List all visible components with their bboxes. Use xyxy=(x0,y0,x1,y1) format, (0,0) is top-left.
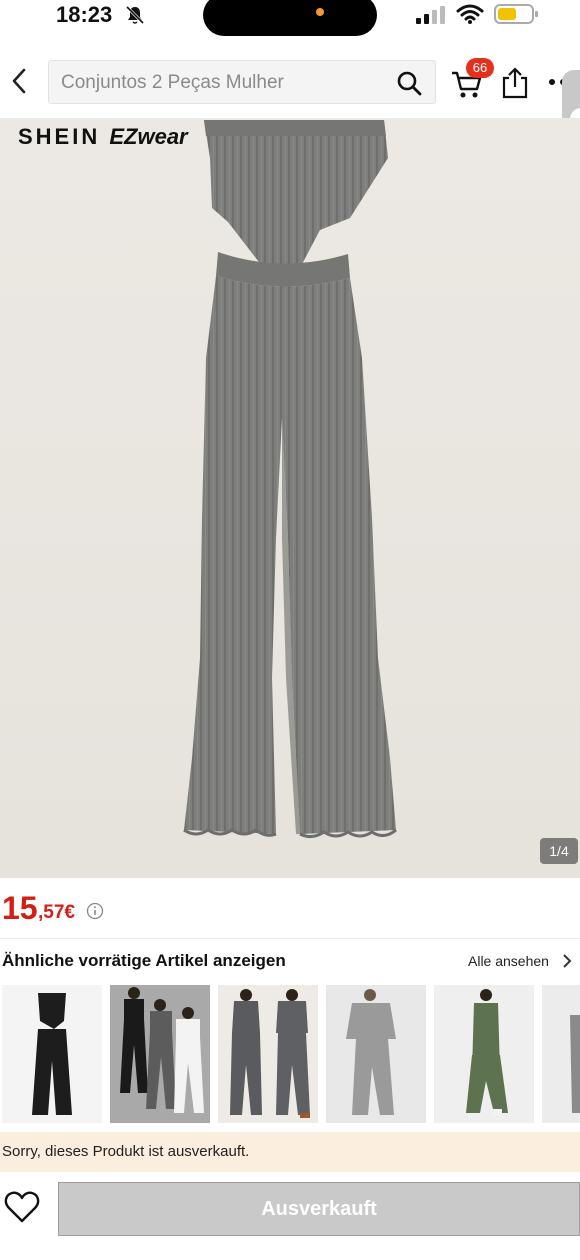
thumbnail-image xyxy=(570,1015,580,1113)
similar-items-title: Ähnliche vorrätige Artikel anzeigen xyxy=(2,951,286,970)
thumbnail-image xyxy=(466,989,508,1115)
see-all-link[interactable]: Alle ansehen xyxy=(468,953,549,969)
back-icon[interactable] xyxy=(6,66,32,96)
search-placeholder: Conjuntos 2 Peças Mulher xyxy=(61,72,284,93)
bell-slash-icon xyxy=(125,5,145,25)
brand-logo: SHEIN EZwear xyxy=(18,124,188,149)
search-icon[interactable] xyxy=(395,69,423,97)
sold-out-notice: Sorry, dieses Produkt ist ausverkauft. xyxy=(0,1132,580,1172)
search-input[interactable]: Conjuntos 2 Peças Mulher xyxy=(48,60,436,104)
bottom-action-bar: Ausverkauft xyxy=(0,1172,580,1260)
camera-indicator xyxy=(316,8,324,16)
top-navigation: Conjuntos 2 Peças Mulher 66 xyxy=(0,44,580,120)
battery-icon xyxy=(494,4,538,24)
thumbnail-image xyxy=(230,989,310,1118)
similar-item-grey-knit-set[interactable] xyxy=(326,985,426,1123)
thumbnail-image xyxy=(346,989,396,1115)
price-section: 15 ,57€ xyxy=(0,880,580,938)
similar-item-black-set[interactable] xyxy=(2,985,102,1123)
dynamic-island xyxy=(203,0,377,36)
similar-item-green-set[interactable] xyxy=(434,985,534,1123)
sold-out-button[interactable]: Ausverkauft xyxy=(58,1182,580,1236)
similar-items-section: Ähnliche vorrätige Artikel anzeigen Alle… xyxy=(0,938,580,1128)
status-time: 18:23 xyxy=(56,2,113,27)
thumbnail-image xyxy=(120,987,204,1113)
sold-out-notice-text: Sorry, dieses Produkt ist ausverkauft. xyxy=(2,1143,250,1160)
price-integer: 15 xyxy=(2,890,38,926)
wifi-icon xyxy=(456,4,484,24)
info-icon[interactable] xyxy=(86,902,104,920)
similar-item-three-sets[interactable] xyxy=(110,985,210,1123)
image-page-indicator: 1/4 xyxy=(540,838,578,864)
similar-item-grey-hoodie-set[interactable] xyxy=(218,985,318,1123)
price-decimal: ,57€ xyxy=(38,902,75,923)
signal-icon xyxy=(416,6,445,24)
similar-item-partial[interactable] xyxy=(542,985,580,1123)
product-image-gallery[interactable]: SHEIN EZwear 1/4 xyxy=(0,118,580,878)
product-image xyxy=(183,120,397,839)
chevron-right-icon[interactable] xyxy=(560,951,574,971)
status-bar: 18:23 xyxy=(0,0,580,44)
cart-count-badge: 66 xyxy=(466,58,494,78)
share-icon[interactable] xyxy=(500,66,530,100)
similar-items-carousel[interactable] xyxy=(0,985,580,1125)
heart-icon[interactable] xyxy=(4,1190,40,1224)
thumbnail-image xyxy=(32,993,72,1115)
